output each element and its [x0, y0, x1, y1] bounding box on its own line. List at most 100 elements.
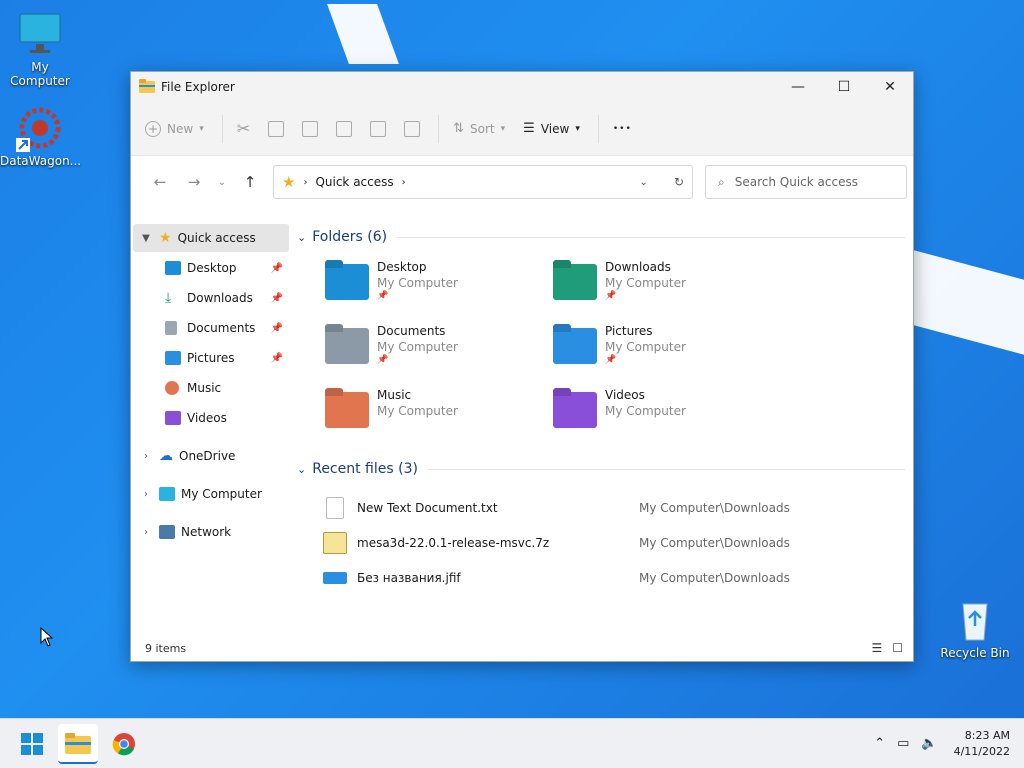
sort-arrows-icon: ⇅: [453, 121, 465, 136]
folder-documents[interactable]: Documents My Computer 📌: [325, 318, 553, 382]
minimize-button[interactable]: —: [775, 72, 821, 102]
download-arrow-icon: ⤓: [165, 290, 172, 306]
pin-icon[interactable]: 📌: [271, 353, 283, 364]
trash-icon: [404, 120, 421, 137]
chevron-right-icon[interactable]: ›: [133, 489, 159, 500]
desktop-icon-my-computer[interactable]: My Computer: [0, 10, 80, 88]
title-bar[interactable]: File Explorer — ☐ ✕: [131, 72, 913, 102]
desktop-icon-label: My Computer: [10, 60, 70, 88]
sort-button[interactable]: ⇅ Sort ▾: [453, 121, 505, 136]
copy-button[interactable]: [268, 120, 285, 137]
chevron-right-icon[interactable]: ›: [133, 527, 159, 538]
delete-button[interactable]: [404, 120, 421, 137]
content-pane: ⌄ Folders (6) Desktop My Computer 📌 Downlo…: [293, 222, 913, 595]
paste-button[interactable]: [302, 120, 319, 137]
sidebar-item-videos[interactable]: Videos: [133, 404, 289, 432]
volume-icon[interactable]: 🔈: [921, 736, 937, 751]
search-box[interactable]: ⌕ Search Quick access: [705, 165, 907, 199]
folder-downloads[interactable]: Downloads My Computer 📌: [553, 254, 781, 318]
more-options-button[interactable]: •••: [613, 124, 632, 134]
maximize-button[interactable]: ☐: [821, 72, 867, 102]
folder-pictures[interactable]: Pictures My Computer 📌: [553, 318, 781, 382]
folder-name: Music: [377, 388, 412, 402]
sort-label: Sort: [470, 121, 495, 136]
monitor-icon: [159, 487, 175, 501]
file-name: Без названия.jfif: [357, 570, 461, 585]
view-label: View: [540, 121, 570, 136]
scissors-icon: ✂: [236, 119, 251, 138]
pin-icon[interactable]: 📌: [271, 293, 283, 304]
refresh-icon[interactable]: ↻: [674, 175, 684, 189]
up-button[interactable]: ↑: [233, 173, 267, 191]
music-note-icon: [165, 381, 179, 395]
desktop-icon-label: Recycle Bin: [940, 646, 1010, 660]
sidebar-item-label: OneDrive: [179, 449, 236, 463]
downloads-folder-icon: [553, 264, 597, 300]
new-button[interactable]: + New ▾: [145, 120, 204, 137]
recent-file-row[interactable]: New Text Document.txt My Computer\Downlo…: [323, 490, 913, 525]
sidebar-item-label: Desktop: [187, 261, 237, 275]
folders-grid: Desktop My Computer 📌 Downloads My Computer…: [293, 254, 913, 446]
folder-videos[interactable]: Videos My Computer: [553, 382, 781, 446]
document-icon: [165, 321, 177, 335]
network-status-icon[interactable]: ▭: [897, 736, 909, 751]
forward-button[interactable]: →: [177, 173, 211, 191]
recent-file-row[interactable]: mesa3d-22.0.1-release-msvc.7z My Compute…: [323, 525, 913, 560]
folder-music[interactable]: Music My Computer: [325, 382, 553, 446]
recent-files-section-header[interactable]: ⌄ Recent files (3): [293, 454, 913, 484]
sidebar-item-music[interactable]: Music: [133, 374, 289, 402]
wallpaper-streak: [914, 250, 1024, 355]
divider: [221, 114, 223, 143]
desktop-folder-icon: [165, 261, 181, 275]
file-explorer-taskbar-button[interactable]: [58, 723, 98, 764]
sidebar-item-desktop[interactable]: Desktop 📌: [133, 254, 289, 282]
clock[interactable]: 8:23 AM 4/11/2022: [954, 728, 1024, 760]
clock-time: 8:23 AM: [964, 728, 1010, 742]
chevron-down-icon[interactable]: ▼: [133, 233, 159, 244]
pin-icon[interactable]: 📌: [271, 323, 283, 334]
search-placeholder: Search Quick access: [734, 175, 858, 189]
tiles-view-icon[interactable]: ☐: [892, 641, 903, 655]
folder-location: My Computer: [605, 276, 686, 290]
recent-locations-button[interactable]: ⌄: [211, 177, 233, 188]
desktop-icon-label: DataWagon...: [0, 154, 82, 168]
file-explorer-window: File Explorer — ☐ ✕ + New ▾ ✂ ⇅ Sort ▾ ☰…: [130, 71, 914, 662]
pin-icon: 📌: [605, 291, 617, 301]
show-hidden-icons-chevron-icon[interactable]: ⌃: [874, 736, 885, 751]
chrome-taskbar-button[interactable]: [104, 724, 144, 764]
sidebar-item-pictures[interactable]: Pictures 📌: [133, 344, 289, 372]
desktop-folder-icon: [325, 264, 369, 300]
chrome-icon: [112, 732, 135, 755]
sidebar-item-quick-access[interactable]: ▼ ★ Quick access: [133, 224, 289, 252]
sidebar-item-onedrive[interactable]: › ☁ OneDrive: [133, 442, 289, 470]
address-dropdown-icon[interactable]: ⌄: [640, 177, 648, 188]
chevron-right-icon[interactable]: ›: [133, 451, 159, 462]
view-list-icon: ☰: [523, 121, 535, 136]
desktop-icon-datawagon[interactable]: DataWagon...: [0, 104, 82, 168]
folder-name: Desktop: [377, 260, 427, 274]
section-title: Recent files (3): [312, 461, 418, 477]
file-location: My Computer\Downloads: [639, 535, 790, 550]
folder-desktop[interactable]: Desktop My Computer 📌: [325, 254, 553, 318]
sidebar-item-documents[interactable]: Documents 📌: [133, 314, 289, 342]
sidebar-item-downloads[interactable]: ⤓ Downloads 📌: [133, 284, 289, 312]
pin-icon[interactable]: 📌: [271, 263, 283, 274]
navigation-pane: ▼ ★ Quick access Desktop 📌 ⤓ Downloads 📌…: [131, 222, 291, 548]
sidebar-item-my-computer[interactable]: › My Computer: [133, 480, 289, 508]
share-button[interactable]: [370, 120, 387, 137]
recent-file-row[interactable]: Без названия.jfif My Computer\Downloads: [323, 560, 913, 595]
view-button[interactable]: ☰ View ▾: [523, 121, 580, 136]
folders-section-header[interactable]: ⌄ Folders (6): [293, 222, 913, 252]
close-button[interactable]: ✕: [867, 72, 913, 102]
desktop-icon-recycle-bin[interactable]: Recycle Bin: [935, 596, 1015, 660]
breadcrumb-quick-access[interactable]: Quick access: [315, 175, 393, 189]
back-button[interactable]: ←: [143, 173, 177, 191]
details-view-icon[interactable]: ☰: [871, 641, 882, 655]
address-bar[interactable]: ★ › Quick access › ⌄ ↻: [273, 165, 693, 199]
documents-folder-icon: [325, 328, 369, 364]
sidebar-item-network[interactable]: › Network: [133, 518, 289, 546]
cut-button[interactable]: ✂: [237, 119, 250, 138]
rename-button[interactable]: [336, 120, 353, 137]
start-button[interactable]: [12, 724, 52, 764]
wallpaper-streak: [327, 4, 399, 64]
